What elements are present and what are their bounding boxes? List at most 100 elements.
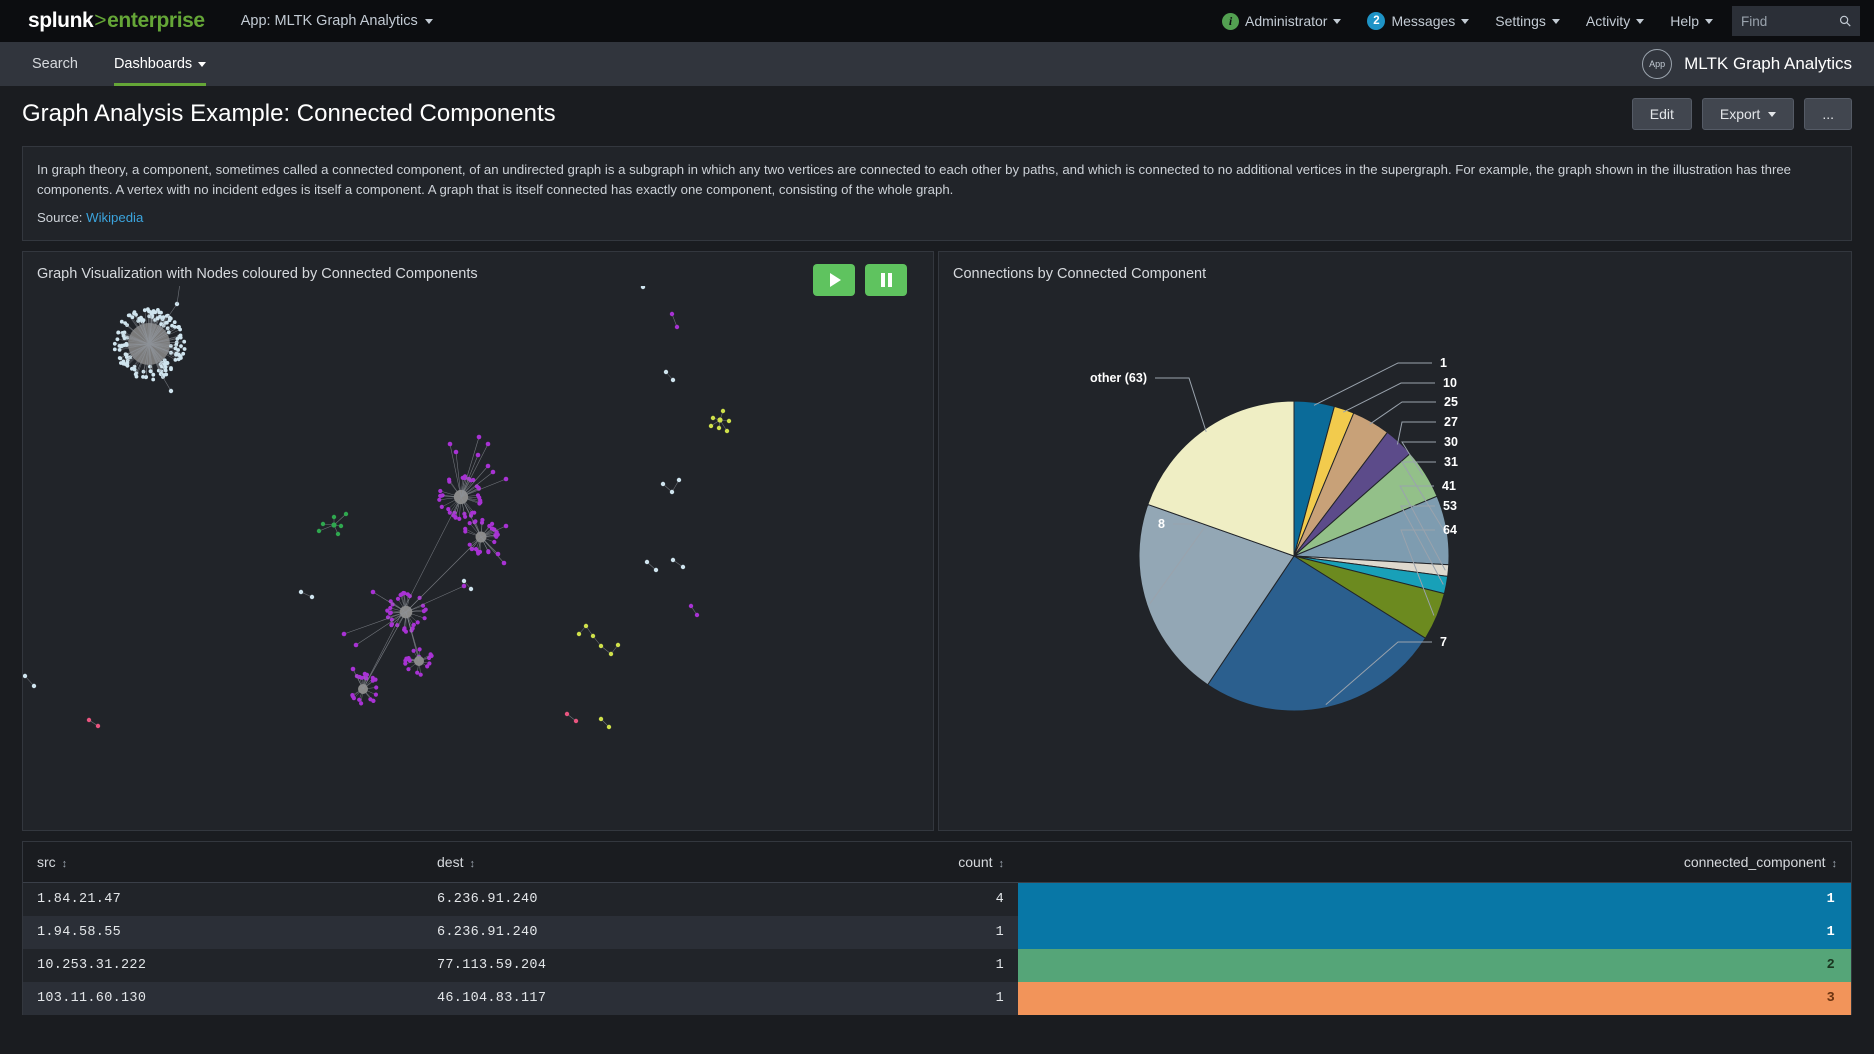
graph-node[interactable] xyxy=(117,348,122,352)
table-row[interactable]: 1.84.21.47 6.236.91.240 4 1 xyxy=(23,882,1851,917)
export-button[interactable]: Export xyxy=(1701,98,1795,130)
graph-node[interactable] xyxy=(438,488,443,494)
nav-item-activity[interactable]: Activity xyxy=(1573,0,1657,42)
graph-node[interactable] xyxy=(320,521,326,527)
force-graph-canvas[interactable] xyxy=(23,273,933,830)
graph-node[interactable] xyxy=(141,318,146,323)
graph-node[interactable] xyxy=(468,478,473,483)
graph-node[interactable] xyxy=(359,701,364,706)
graph-node[interactable] xyxy=(480,517,485,523)
graph-node[interactable] xyxy=(463,514,468,519)
graph-node[interactable] xyxy=(475,493,481,498)
graph-node[interactable] xyxy=(86,717,92,723)
graph-node[interactable] xyxy=(175,337,180,341)
pause-button[interactable] xyxy=(865,264,907,297)
wikipedia-link[interactable]: Wikipedia xyxy=(86,210,143,225)
graph-node[interactable] xyxy=(688,603,694,609)
graph-node[interactable] xyxy=(670,557,676,563)
pie-chart-canvas[interactable]: 1 10 25 27 30 31 41 53 64 7 8 other (63) xyxy=(939,286,1851,830)
nav-tab-dashboards[interactable]: Dashboards xyxy=(96,42,224,86)
table-row[interactable]: 1.94.58.55 6.236.91.240 1 1 xyxy=(23,916,1851,950)
graph-node[interactable] xyxy=(172,320,177,325)
graph-node[interactable] xyxy=(116,330,121,335)
graph-node[interactable] xyxy=(130,315,135,320)
graph-node[interactable] xyxy=(486,550,491,555)
graph-node[interactable] xyxy=(501,560,507,566)
graph-node[interactable] xyxy=(676,477,682,483)
graph-node[interactable] xyxy=(644,559,650,565)
graph-node[interactable] xyxy=(331,522,337,528)
graph-node[interactable] xyxy=(151,377,156,382)
nav-item-administrator[interactable]: i Administrator xyxy=(1209,0,1354,42)
graph-node[interactable] xyxy=(142,308,147,313)
graph-node[interactable] xyxy=(343,511,349,517)
graph-node[interactable] xyxy=(640,284,646,290)
graph-node[interactable] xyxy=(316,528,322,534)
graph-node[interactable] xyxy=(156,308,160,312)
graph-node[interactable] xyxy=(117,356,122,360)
graph-node[interactable] xyxy=(395,596,401,601)
graph-node[interactable] xyxy=(447,510,452,515)
graph-node[interactable] xyxy=(151,372,156,377)
graph-node[interactable] xyxy=(428,652,433,657)
graph-node[interactable] xyxy=(124,343,129,347)
column-header-dest[interactable]: dest ↕ xyxy=(423,842,803,884)
graph-node[interactable] xyxy=(694,612,700,618)
graph-node[interactable] xyxy=(182,339,187,344)
graph-node[interactable] xyxy=(389,623,394,628)
table-row[interactable]: 103.11.60.130 46.104.83.117 1 3 xyxy=(23,982,1851,1016)
graph-node[interactable] xyxy=(573,718,579,724)
graph-node[interactable] xyxy=(115,337,120,342)
app-selector-menu[interactable]: App: MLTK Graph Analytics xyxy=(241,13,433,29)
nav-tab-search[interactable]: Search xyxy=(14,42,96,86)
graph-node[interactable] xyxy=(417,595,422,601)
graph-node[interactable] xyxy=(503,523,509,529)
graph-node[interactable] xyxy=(338,523,344,529)
graph-node[interactable] xyxy=(653,567,659,573)
graph-node[interactable] xyxy=(453,449,459,455)
graph-node[interactable] xyxy=(680,564,686,570)
graph-node[interactable] xyxy=(335,531,341,537)
find-search-box[interactable] xyxy=(1732,6,1860,36)
graph-node[interactable] xyxy=(364,672,370,677)
graph-node[interactable] xyxy=(669,489,675,495)
graph-node[interactable] xyxy=(112,341,117,346)
graph-node[interactable] xyxy=(173,358,178,362)
table-row[interactable]: 10.253.31.222 77.113.59.204 1 2 xyxy=(23,949,1851,983)
graph-node[interactable] xyxy=(720,408,726,414)
graph-node[interactable] xyxy=(350,666,356,672)
graph-node[interactable] xyxy=(370,589,376,595)
graph-node[interactable] xyxy=(118,344,123,349)
graph-node[interactable] xyxy=(165,320,169,325)
graph-node[interactable] xyxy=(388,605,393,611)
graph-node[interactable] xyxy=(406,667,411,672)
graph-node[interactable] xyxy=(170,323,175,328)
graph-node[interactable] xyxy=(121,334,126,338)
graph-node[interactable] xyxy=(583,623,589,629)
graph-node[interactable] xyxy=(357,674,362,680)
graph-node[interactable] xyxy=(598,643,604,649)
graph-node[interactable] xyxy=(492,539,497,545)
graph-node[interactable] xyxy=(176,357,181,362)
graph-node[interactable] xyxy=(121,359,126,364)
graph-node[interactable] xyxy=(411,648,416,653)
graph-node[interactable] xyxy=(495,551,501,557)
graph-node[interactable] xyxy=(670,377,676,383)
graph-node[interactable] xyxy=(467,542,472,547)
graph-node[interactable] xyxy=(422,616,427,621)
graph-node[interactable] xyxy=(439,504,444,510)
graph-node[interactable] xyxy=(123,321,128,326)
graph-node[interactable] xyxy=(490,469,496,475)
column-header-connected-component[interactable]: connected_component ↕ xyxy=(1018,842,1851,884)
graph-node[interactable] xyxy=(353,642,359,648)
graph-node[interactable] xyxy=(710,415,716,421)
graph-node[interactable] xyxy=(179,344,183,349)
graph-node[interactable] xyxy=(669,311,675,317)
graph-node[interactable] xyxy=(576,631,582,637)
graph-node[interactable] xyxy=(148,369,153,374)
graph-node[interactable] xyxy=(415,620,420,625)
graph-node[interactable] xyxy=(132,311,136,316)
graph-node[interactable] xyxy=(178,333,183,338)
graph-node[interactable] xyxy=(182,347,187,351)
graph-node[interactable] xyxy=(439,493,444,498)
